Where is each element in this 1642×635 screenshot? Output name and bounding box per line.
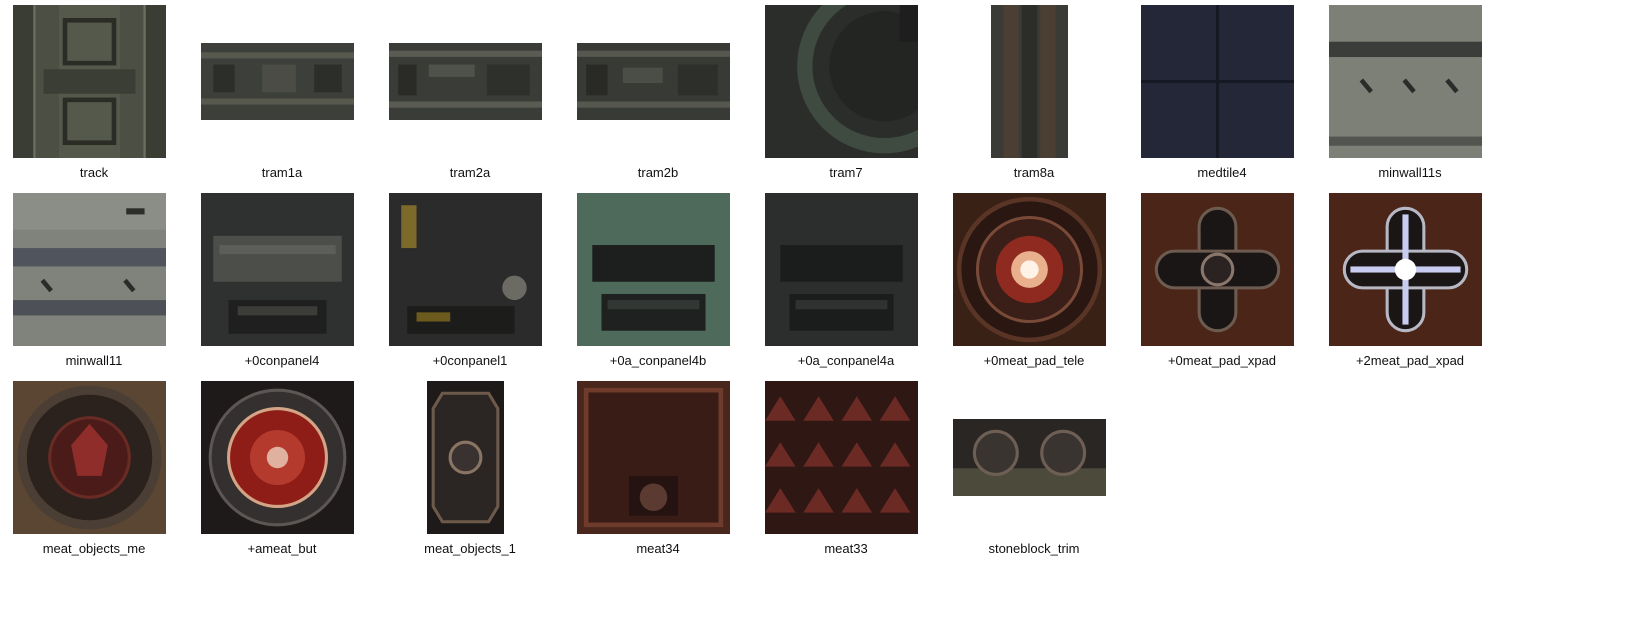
texture-name: tram1a xyxy=(261,165,303,180)
texture-thumbnail[interactable] xyxy=(765,381,918,534)
texture-name: +2meat_pad_xpad xyxy=(1355,353,1465,368)
texture-item[interactable]: +0conpanel4 xyxy=(188,193,376,373)
texture-item[interactable]: tram2b xyxy=(564,5,752,185)
texture-item[interactable]: tram7 xyxy=(752,5,940,185)
texture-item[interactable]: minwall11s xyxy=(1316,5,1504,185)
texture-grid: track tram1a tram2a tram2b tram7 tram8a … xyxy=(0,0,1642,635)
texture-name: tram2a xyxy=(449,165,491,180)
texture-thumbnail[interactable] xyxy=(201,193,354,346)
texture-name: +0meat_pad_tele xyxy=(983,353,1085,368)
texture-name: +0meat_pad_xpad xyxy=(1167,353,1277,368)
texture-thumbnail[interactable] xyxy=(991,5,1068,158)
texture-thumbnail[interactable] xyxy=(13,193,166,346)
texture-name: +0conpanel4 xyxy=(244,353,320,368)
texture-item[interactable]: +0a_conpanel4b xyxy=(564,193,752,373)
texture-item[interactable]: minwall11 xyxy=(0,193,188,373)
texture-thumbnail[interactable] xyxy=(13,5,166,158)
texture-thumbnail[interactable] xyxy=(13,381,166,534)
texture-item[interactable]: +0a_conpanel4a xyxy=(752,193,940,373)
texture-item[interactable]: +0meat_pad_tele xyxy=(940,193,1128,373)
texture-item[interactable]: track xyxy=(0,5,188,185)
texture-thumbnail[interactable] xyxy=(389,193,542,346)
texture-name: tram7 xyxy=(829,165,863,180)
texture-thumbnail[interactable] xyxy=(577,193,730,346)
texture-thumbnail[interactable] xyxy=(1329,5,1482,158)
texture-name: minwall11s xyxy=(1378,165,1442,180)
texture-thumbnail[interactable] xyxy=(427,381,504,534)
texture-item[interactable]: +2meat_pad_xpad xyxy=(1316,193,1504,373)
texture-item[interactable]: +0meat_pad_xpad xyxy=(1128,193,1316,373)
texture-item[interactable]: meat_objects_me xyxy=(0,381,188,561)
texture-name: +0a_conpanel4b xyxy=(609,353,707,368)
texture-name: track xyxy=(79,165,109,180)
texture-name: tram2b xyxy=(637,165,679,180)
texture-thumbnail[interactable] xyxy=(577,43,730,120)
texture-item[interactable]: +0conpanel1 xyxy=(376,193,564,373)
texture-thumbnail[interactable] xyxy=(953,419,1106,496)
texture-item[interactable]: meat34 xyxy=(564,381,752,561)
texture-thumbnail[interactable] xyxy=(201,43,354,120)
texture-name: +0a_conpanel4a xyxy=(797,353,895,368)
texture-item[interactable]: meat33 xyxy=(752,381,940,561)
texture-item[interactable]: medtile4 xyxy=(1128,5,1316,185)
texture-name: medtile4 xyxy=(1197,165,1247,180)
texture-item[interactable]: tram1a xyxy=(188,5,376,185)
texture-thumbnail[interactable] xyxy=(201,381,354,534)
texture-thumbnail[interactable] xyxy=(953,193,1106,346)
texture-name: meat_objects_1 xyxy=(424,541,516,556)
texture-thumbnail[interactable] xyxy=(1141,5,1294,158)
texture-thumbnail[interactable] xyxy=(1141,193,1294,346)
texture-thumbnail[interactable] xyxy=(577,381,730,534)
texture-item[interactable]: tram8a xyxy=(940,5,1128,185)
texture-item[interactable]: stoneblock_trim xyxy=(940,381,1128,561)
texture-thumbnail[interactable] xyxy=(765,5,918,158)
texture-name: +0conpanel1 xyxy=(432,353,508,368)
texture-name: tram8a xyxy=(1013,165,1055,180)
texture-item[interactable]: +ameat_but xyxy=(188,381,376,561)
texture-item[interactable]: tram2a xyxy=(376,5,564,185)
texture-thumbnail[interactable] xyxy=(1329,193,1482,346)
texture-thumbnail[interactable] xyxy=(389,43,542,120)
texture-name: meat_objects_me xyxy=(42,541,146,556)
texture-thumbnail[interactable] xyxy=(765,193,918,346)
texture-name: meat34 xyxy=(636,541,680,556)
texture-name: +ameat_but xyxy=(247,541,317,556)
texture-name: meat33 xyxy=(824,541,868,556)
texture-name: minwall11 xyxy=(65,353,123,368)
texture-item[interactable]: meat_objects_1 xyxy=(376,381,564,561)
texture-name: stoneblock_trim xyxy=(988,541,1080,556)
